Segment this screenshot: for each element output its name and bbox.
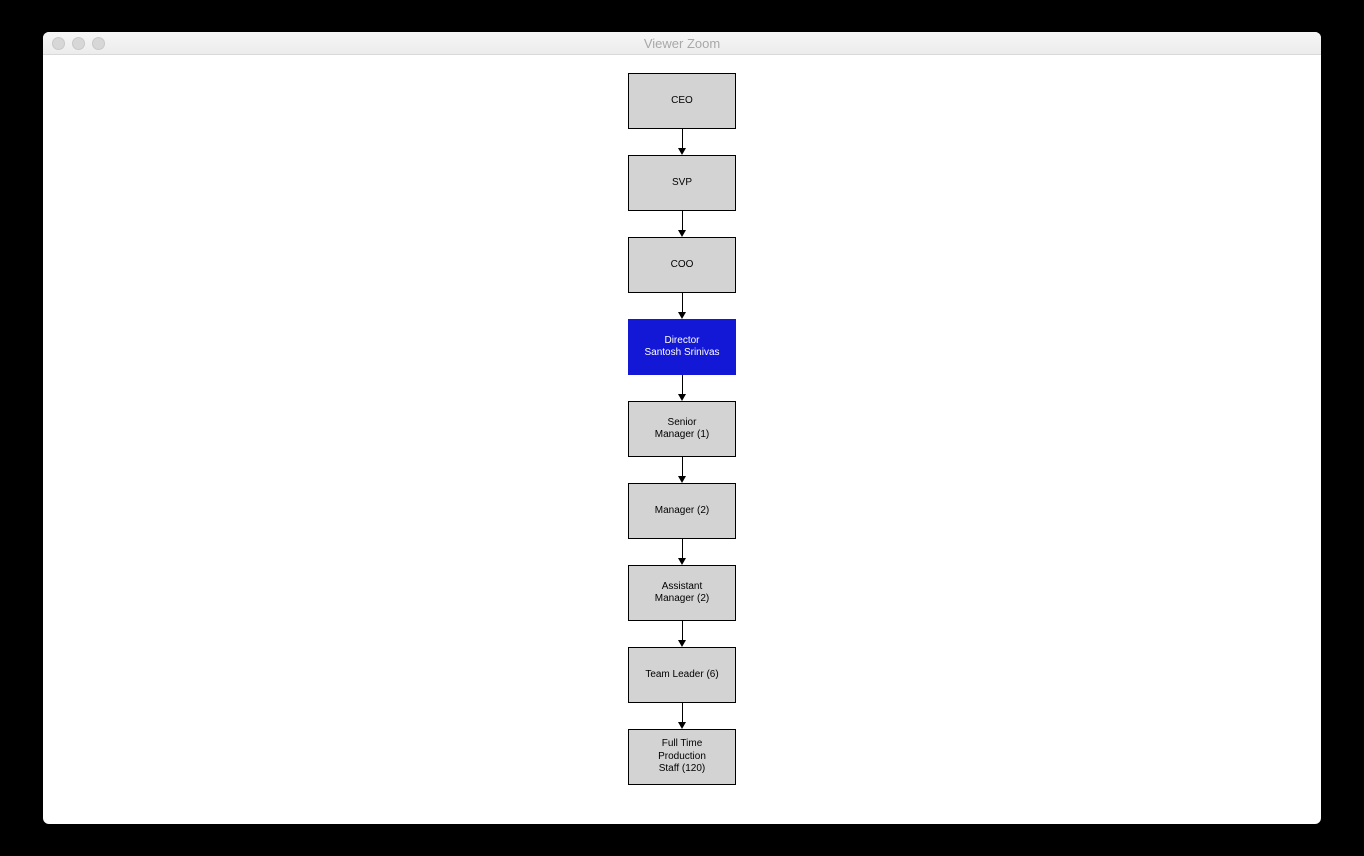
org-node[interactable]: Full Time Production Staff (120) — [628, 729, 736, 785]
org-node-label: Team Leader (6) — [645, 669, 718, 682]
window-title: Viewer Zoom — [43, 36, 1321, 51]
org-node[interactable]: SVP — [628, 155, 736, 211]
org-node-label: Manager (2) — [655, 505, 709, 518]
arrow-down-icon — [678, 293, 686, 319]
org-node[interactable]: Manager (2) — [628, 483, 736, 539]
arrow-down-icon — [678, 539, 686, 565]
close-icon[interactable] — [52, 37, 65, 50]
window-content: CEO SVP COO Director Santosh Srinivas Senior… — [43, 55, 1321, 824]
arrow-down-icon — [678, 211, 686, 237]
traffic-lights — [43, 37, 105, 50]
org-node-label: Senior Manager (1) — [655, 417, 709, 442]
org-node-label: SVP — [672, 177, 692, 190]
org-node[interactable]: Senior Manager (1) — [628, 401, 736, 457]
org-node[interactable]: Assistant Manager (2) — [628, 565, 736, 621]
titlebar[interactable]: Viewer Zoom — [43, 32, 1321, 55]
arrow-down-icon — [678, 621, 686, 647]
org-node-label: Assistant Manager (2) — [655, 581, 709, 606]
org-node-label: Full Time Production Staff (120) — [658, 738, 706, 776]
minimize-icon[interactable] — [72, 37, 85, 50]
arrow-down-icon — [678, 129, 686, 155]
org-node[interactable]: Team Leader (6) — [628, 647, 736, 703]
arrow-down-icon — [678, 703, 686, 729]
arrow-down-icon — [678, 375, 686, 401]
org-node[interactable]: COO — [628, 237, 736, 293]
org-node-label: COO — [671, 259, 694, 272]
org-chart-diagram: CEO SVP COO Director Santosh Srinivas Senior… — [628, 73, 736, 785]
org-node-label: Director Santosh Srinivas — [644, 335, 719, 360]
org-node-label: CEO — [671, 95, 693, 108]
arrow-down-icon — [678, 457, 686, 483]
zoom-icon[interactable] — [92, 37, 105, 50]
org-node[interactable]: CEO — [628, 73, 736, 129]
org-node[interactable]: Director Santosh Srinivas — [628, 319, 736, 375]
window: Viewer Zoom CEO SVP COO Director Santosh Sr… — [43, 32, 1321, 824]
